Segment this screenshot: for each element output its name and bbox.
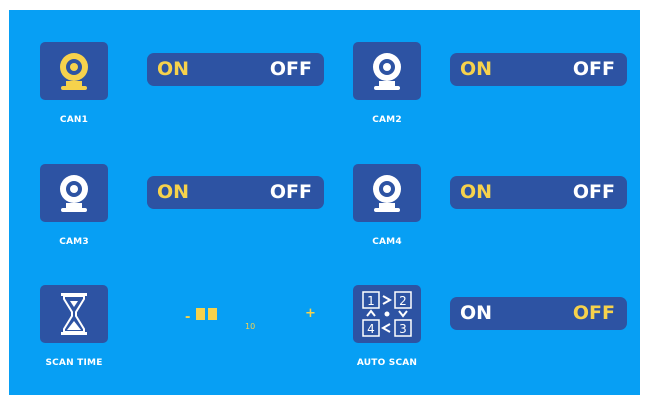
webcam-icon [373,175,401,212]
camera-1-on-option[interactable]: ON [157,53,189,86]
camera-4-on-option[interactable]: ON [460,176,492,209]
camera-1-off-option[interactable]: OFF [270,53,312,86]
camera-1-toggle[interactable]: ON OFF [147,53,324,86]
scan-time-decrease-button[interactable]: - [185,310,190,325]
auto-scan-tile[interactable]: 1 2 4 3 [353,285,421,343]
sequence-digit: 1 [367,294,375,308]
camera-3-off-option[interactable]: OFF [270,176,312,209]
auto-scan-off-option[interactable]: OFF [573,297,615,330]
camera-2-tile[interactable] [353,42,421,100]
hourglass-icon [61,293,87,335]
auto-scan-on-option[interactable]: ON [460,297,492,330]
camera-3-toggle[interactable]: ON OFF [147,176,324,209]
webcam-icon [373,53,401,90]
camera-3-label: CAM3 [59,237,89,247]
camera-4-label: CAM4 [372,237,402,247]
scan-time-label: SCAN TIME [45,358,103,368]
scan-time-level-segment [208,308,217,320]
camera-4-tile[interactable] [353,164,421,222]
sequence-digit: 3 [399,322,407,336]
webcam-icon [60,53,88,90]
camera-3-tile[interactable] [40,164,108,222]
camera-4-off-option[interactable]: OFF [573,176,615,209]
scan-time-tile[interactable] [40,285,108,343]
sequence-digit: 4 [367,322,375,336]
camera-sequence-icon: 1 2 4 3 [362,291,412,337]
settings-screen: CAN1 ON OFF CAM2 ON OFF CAM3 ON OFF CAM4… [9,10,640,395]
webcam-icon [60,175,88,212]
camera-2-on-option[interactable]: ON [460,53,492,86]
camera-2-off-option[interactable]: OFF [573,53,615,86]
scan-time-level-segment [196,308,205,320]
scan-time-value: 10 [245,322,256,331]
camera-1-tile[interactable] [40,42,108,100]
camera-2-label: CAM2 [372,115,402,125]
auto-scan-label: AUTO SCAN [356,358,418,368]
auto-scan-toggle[interactable]: ON OFF [450,297,627,330]
camera-1-label: CAN1 [59,115,89,125]
sequence-digit: 2 [399,294,407,308]
scan-time-increase-button[interactable]: + [305,306,316,321]
camera-4-toggle[interactable]: ON OFF [450,176,627,209]
camera-3-on-option[interactable]: ON [157,176,189,209]
camera-2-toggle[interactable]: ON OFF [450,53,627,86]
